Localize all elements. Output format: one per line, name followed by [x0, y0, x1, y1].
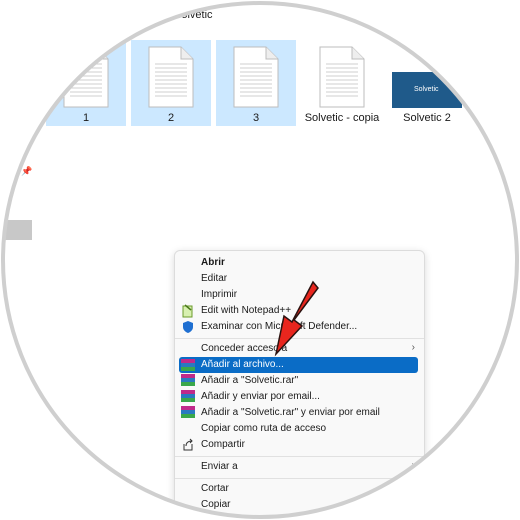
menu-item-label: Abrir: [201, 257, 225, 268]
menu-item-anadir-solvetic-rar-email[interactable]: Añadir a "Solvetic.rar" y enviar por ema…: [175, 405, 424, 421]
menu-item-label: Añadir a "Solvetic.rar": [201, 375, 299, 386]
menu-item-label: Añadir a "Solvetic.rar" y enviar por ema…: [201, 407, 380, 418]
document-icon: [233, 46, 279, 108]
file-item-3[interactable]: 3: [216, 40, 296, 126]
menu-item-label: Imprimir: [201, 289, 238, 300]
winrar-icon: [181, 359, 195, 373]
menu-item-abrir[interactable]: Abrir: [175, 255, 424, 271]
explorer-window: Solvetic 1 2 3 Solvetic - copia Solvetic…: [0, 0, 520, 520]
winrar-icon: [181, 374, 195, 388]
file-item-solvetic-2[interactable]: Solvetic Solvetic 2: [387, 40, 467, 126]
menu-item-cortar[interactable]: Cortar: [175, 481, 424, 497]
file-name: 2: [167, 112, 175, 124]
document-icon: [148, 46, 194, 108]
menu-item-label: Copiar como ruta de acceso: [201, 423, 327, 434]
nav-pane-selection: [0, 220, 32, 240]
file-name: Solvetic 2: [403, 112, 451, 124]
folder-title: Solvetic: [174, 9, 213, 21]
document-icon: [63, 46, 109, 108]
chevron-right-icon: ›: [411, 342, 415, 353]
menu-item-enviar-a[interactable]: Enviar a ›: [175, 459, 424, 475]
thumbnail-logo-text: Solvetic: [414, 86, 439, 93]
file-item-2[interactable]: 2: [131, 40, 211, 126]
image-thumbnail: Solvetic: [392, 72, 462, 108]
menu-item-label: Enviar a: [201, 461, 238, 472]
winrar-icon: [181, 390, 195, 404]
menu-item-anadir-enviar-email[interactable]: Añadir y enviar por email...: [175, 389, 424, 405]
menu-item-label: Añadir al archivo...: [201, 359, 284, 370]
file-name: 1: [82, 112, 90, 124]
winrar-icon: [181, 406, 195, 420]
share-icon: [183, 438, 193, 451]
defender-shield-icon: [183, 321, 193, 333]
menu-item-label: Copiar: [201, 499, 231, 510]
menu-separator: [175, 456, 424, 457]
menu-separator: [175, 478, 424, 479]
notepadpp-icon: [182, 304, 193, 318]
red-arrow-annotation: [274, 280, 319, 357]
menu-item-label: Editar: [201, 273, 228, 284]
menu-item-copiar-ruta[interactable]: Copiar como ruta de acceso: [175, 421, 424, 437]
menu-item-label: Compartir: [201, 439, 245, 450]
menu-item-copiar[interactable]: Copiar: [175, 497, 424, 513]
menu-item-anadir-al-archivo[interactable]: Añadir al archivo...: [179, 357, 418, 373]
document-icon: [319, 46, 365, 108]
menu-item-compartir[interactable]: Compartir: [175, 437, 424, 453]
file-item-1[interactable]: 1: [46, 40, 126, 126]
menu-item-label: Cortar: [201, 483, 229, 494]
chevron-right-icon: ›: [411, 460, 415, 471]
file-name: Solvetic - copia: [304, 112, 380, 124]
pin-icon: 📌: [21, 166, 33, 176]
menu-item-anadir-solvetic-rar[interactable]: Añadir a "Solvetic.rar": [175, 373, 424, 389]
menu-item-label: Añadir y enviar por email...: [201, 391, 320, 402]
file-item-solvetic-copia[interactable]: Solvetic - copia: [302, 40, 382, 126]
file-name: 3: [252, 112, 260, 124]
